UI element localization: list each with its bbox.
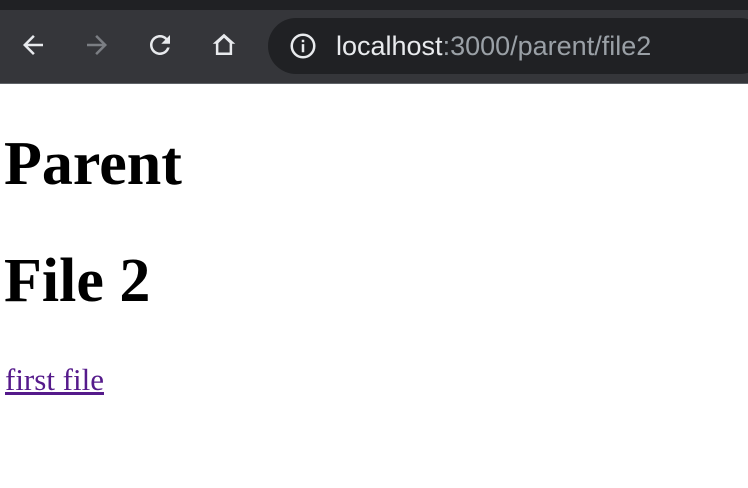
url-text[interactable]: localhost:3000/parent/file2	[336, 30, 651, 62]
home-icon	[212, 33, 236, 55]
back-button[interactable]	[16, 28, 50, 62]
home-button[interactable]	[207, 28, 241, 62]
first-file-link[interactable]: first file	[5, 362, 104, 398]
reload-icon	[150, 35, 170, 55]
forward-button[interactable]	[80, 28, 114, 62]
address-bar[interactable]: localhost:3000/parent/file2	[268, 18, 748, 74]
url-path: :3000/parent/file2	[442, 31, 652, 61]
reload-button[interactable]	[143, 28, 177, 62]
browser-toolbar: localhost:3000/parent/file2	[0, 0, 748, 84]
arrow-left-icon	[23, 35, 43, 55]
page-heading-file: File 2	[4, 247, 151, 315]
info-icon[interactable]	[288, 31, 318, 61]
url-host: localhost	[336, 31, 443, 61]
page-heading-parent: Parent	[4, 130, 182, 198]
arrow-right-icon	[87, 35, 107, 55]
